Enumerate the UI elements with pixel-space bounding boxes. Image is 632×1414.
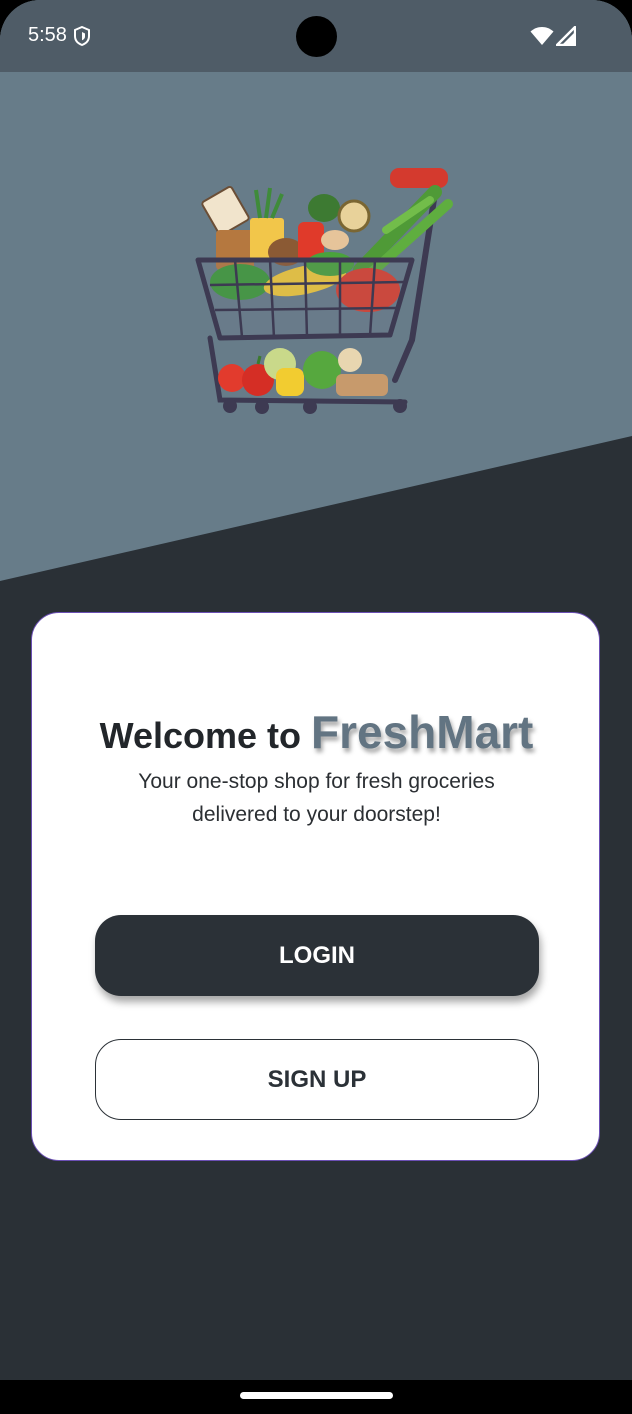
welcome-text: Welcome to: [99, 715, 301, 756]
status-bar: 5:58: [0, 0, 632, 72]
tagline: Your one-stop shop for fresh groceries d…: [72, 765, 561, 831]
grocery-cart-illustration: [195, 168, 453, 414]
wifi-icon: [530, 27, 554, 45]
signup-button[interactable]: SIGN UP: [95, 1039, 539, 1120]
shield-icon: [74, 26, 90, 46]
home-gesture-handle[interactable]: [240, 1392, 393, 1399]
signal-icon: [556, 26, 576, 46]
app-screen: 5:58 Welcome to FreshMart Your one-stop …: [0, 0, 632, 1414]
tagline-line-1: Your one-stop shop for fresh groceries: [138, 770, 495, 793]
status-time: 5:58: [28, 24, 67, 46]
front-camera: [296, 16, 337, 57]
welcome-card: Welcome to FreshMart Your one-stop shop f…: [31, 612, 600, 1161]
tagline-line-2: delivered to your doorstep!: [192, 803, 441, 826]
brand-name: FreshMart: [310, 706, 534, 758]
welcome-heading: Welcome to FreshMart: [32, 705, 601, 759]
login-button[interactable]: LOGIN: [95, 915, 539, 996]
